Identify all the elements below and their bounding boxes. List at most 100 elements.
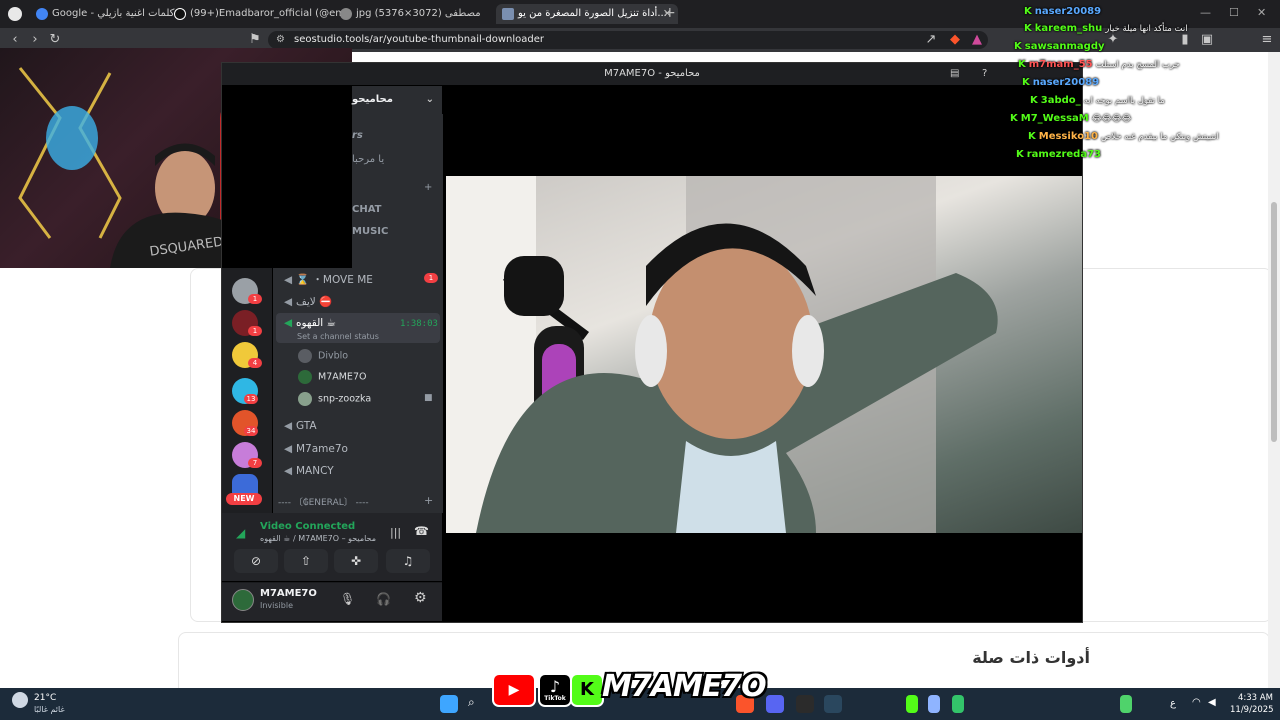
signal-icon[interactable]: ◢: [236, 526, 245, 540]
voice-channel-info[interactable]: القهوه ☕ / M7AME7O – محاميحو: [260, 534, 376, 543]
headphones-icon[interactable]: 🎧: [376, 592, 391, 606]
maximize-icon[interactable]: ☐: [1229, 6, 1239, 19]
screen-share-button[interactable]: ⇧: [284, 549, 328, 573]
partial-label: يا مرحبا: [352, 154, 385, 165]
tray-icon[interactable]: [928, 695, 940, 713]
voice-user[interactable]: M7AME7O: [298, 370, 366, 384]
chat-user: sawsanmagdy: [1024, 41, 1105, 52]
chat-text: جرب المسح بدم استلت: [1095, 60, 1180, 70]
server-name: محاميحو: [352, 94, 393, 105]
add-channel-icon[interactable]: +: [424, 494, 433, 507]
help-icon[interactable]: ?: [982, 63, 987, 85]
voice-user-name: snp-zoozka: [318, 393, 372, 405]
channel-status[interactable]: Set a channel status: [297, 332, 379, 341]
camera-off-button[interactable]: ⊘: [234, 549, 278, 573]
server-header[interactable]: محاميحو ⌄: [352, 86, 442, 114]
globe-icon: [340, 8, 352, 20]
voice-user[interactable]: Divblo: [298, 349, 348, 363]
channel-move-me[interactable]: ◀ ⌛ ・MOVE ME: [284, 272, 373, 287]
voice-user-name: Divblo: [318, 350, 349, 362]
speaker-icon: ◀: [284, 274, 293, 286]
chat-user: Messiko10: [1038, 131, 1098, 142]
channel-m7ame7o[interactable]: ◀ M7ame7o: [284, 443, 348, 455]
address-bar[interactable]: ⚙ seostudio.tools/ar/youtube-thumbnail-d…: [268, 31, 988, 49]
steam-taskbar-icon[interactable]: [824, 695, 842, 713]
soundboard-button[interactable]: ♫: [386, 549, 430, 573]
discord-taskbar-icon[interactable]: [766, 695, 784, 713]
channel-gta[interactable]: ◀ GTA: [284, 420, 317, 432]
forward-icon[interactable]: ›: [26, 31, 44, 49]
user-name[interactable]: M7AME7O: [260, 588, 317, 599]
weather-icon[interactable]: [12, 692, 28, 708]
channel-name: GTA: [296, 420, 317, 432]
user-panel: [222, 582, 442, 621]
menu-icon[interactable]: ≡: [1258, 31, 1276, 49]
tray-icon[interactable]: [952, 695, 964, 713]
language-indicator[interactable]: ع: [1170, 698, 1176, 709]
discord-title: M7AME7O - محاميحو: [604, 68, 700, 79]
channel-coffee[interactable]: ◀ القهوه ☕: [284, 317, 336, 329]
terminal-taskbar-icon[interactable]: [796, 695, 814, 713]
kick-icon: K: [1028, 131, 1036, 142]
tiktok-label: TikTok: [544, 695, 566, 702]
minimize-icon[interactable]: —: [1200, 6, 1211, 19]
tab-label: أداة تنزيل الصورة المصغرة من يو...: [518, 8, 667, 19]
share-icon[interactable]: ↗: [922, 31, 940, 49]
activities-button[interactable]: ✜: [334, 549, 378, 573]
reload-icon[interactable]: ↻: [46, 31, 64, 49]
video-stream[interactable]: [446, 176, 1082, 533]
tiktok-icon: [174, 8, 186, 20]
volume-icon[interactable]: ◀: [1208, 697, 1216, 708]
bookmark-icon[interactable]: ⚑: [246, 31, 264, 49]
voice-user[interactable]: snp-zoozka: [298, 392, 371, 406]
voice-status[interactable]: Video Connected: [260, 521, 355, 532]
chat-user: naser20089: [1032, 77, 1100, 88]
scrollbar-thumb[interactable]: [1271, 202, 1277, 442]
microphone-icon[interactable]: 🎙: [340, 592, 355, 606]
server-badge: 1: [248, 294, 262, 304]
chat-message: K M7_WessaM 😂😂😂😂: [1010, 113, 1131, 124]
chat-message: Knaser20089: [1024, 6, 1101, 17]
clock-date[interactable]: 11/9/2025: [1230, 705, 1274, 715]
server-badge: 1: [248, 326, 262, 336]
category-general[interactable]: ---- 〔₲ENERAL〕 ----: [278, 495, 369, 508]
add-channel-icon[interactable]: +: [424, 182, 432, 193]
channel-live[interactable]: ◀ لايف ⛔: [284, 295, 332, 308]
new-tab-button[interactable]: +: [664, 5, 676, 21]
channel-badge: 1: [424, 273, 438, 283]
tab-thumbnail-downloader[interactable]: أداة تنزيل الصورة المصغرة من يو... ✕: [496, 4, 678, 24]
noise-suppression-icon[interactable]: |||: [390, 526, 401, 539]
inbox-icon[interactable]: ▤: [950, 63, 959, 85]
back-icon[interactable]: ‹: [6, 31, 24, 49]
kick-icon: K: [1010, 113, 1018, 124]
rewards-icon[interactable]: ▲: [968, 31, 986, 49]
start-icon[interactable]: [440, 695, 458, 713]
chat-text: ما تقول يااسم بوجه ايه: [1083, 96, 1165, 106]
url-text: seostudio.tools/ar/youtube-thumbnail-dow…: [294, 34, 544, 45]
channel-mancy[interactable]: ◀ MANCY: [284, 465, 334, 477]
user-avatar[interactable]: [232, 589, 254, 611]
chat-message: Kkareem_shu انت متأكد انها ميلة خيار: [1024, 23, 1188, 34]
brave-shield-icon[interactable]: ◆: [946, 31, 964, 49]
wifi-icon[interactable]: ◠: [1192, 697, 1201, 708]
site-settings-icon[interactable]: ⚙: [276, 31, 285, 49]
settings-gear-icon[interactable]: ⚙: [414, 590, 427, 606]
category-chat[interactable]: CHAT: [352, 204, 382, 215]
tab-image[interactable]: jpg (5376×3072) مصطفى: [334, 4, 512, 24]
search-icon[interactable]: ⌕: [468, 695, 486, 713]
chat-message: Km7mam_55 جرب المسح بدم استلت: [1018, 59, 1180, 70]
tray-icon[interactable]: [1120, 695, 1132, 713]
clock-time[interactable]: 4:33 AM: [1238, 693, 1273, 703]
disconnect-icon[interactable]: ☎: [414, 524, 429, 538]
category-music[interactable]: MUSIC: [352, 226, 388, 237]
browser-menu-icon[interactable]: [8, 7, 22, 21]
tab-google-search[interactable]: Google - بحث كلمات اغنية بازيلي: [30, 4, 182, 24]
speaker-icon: ◀: [284, 420, 293, 432]
chat-text: انتبيتش ونتكن ما بيقدم غنه خلاص: [1100, 132, 1219, 142]
wallet-icon[interactable]: ▣: [1198, 31, 1216, 49]
tab-tiktok[interactable]: (99+)Emadbaror_official (@emadb3...: [168, 4, 350, 24]
page-scrollbar[interactable]: [1268, 52, 1280, 688]
tray-icon[interactable]: [906, 695, 918, 713]
weather-temp[interactable]: 21°C: [34, 693, 56, 703]
close-window-icon[interactable]: ✕: [1257, 6, 1266, 19]
